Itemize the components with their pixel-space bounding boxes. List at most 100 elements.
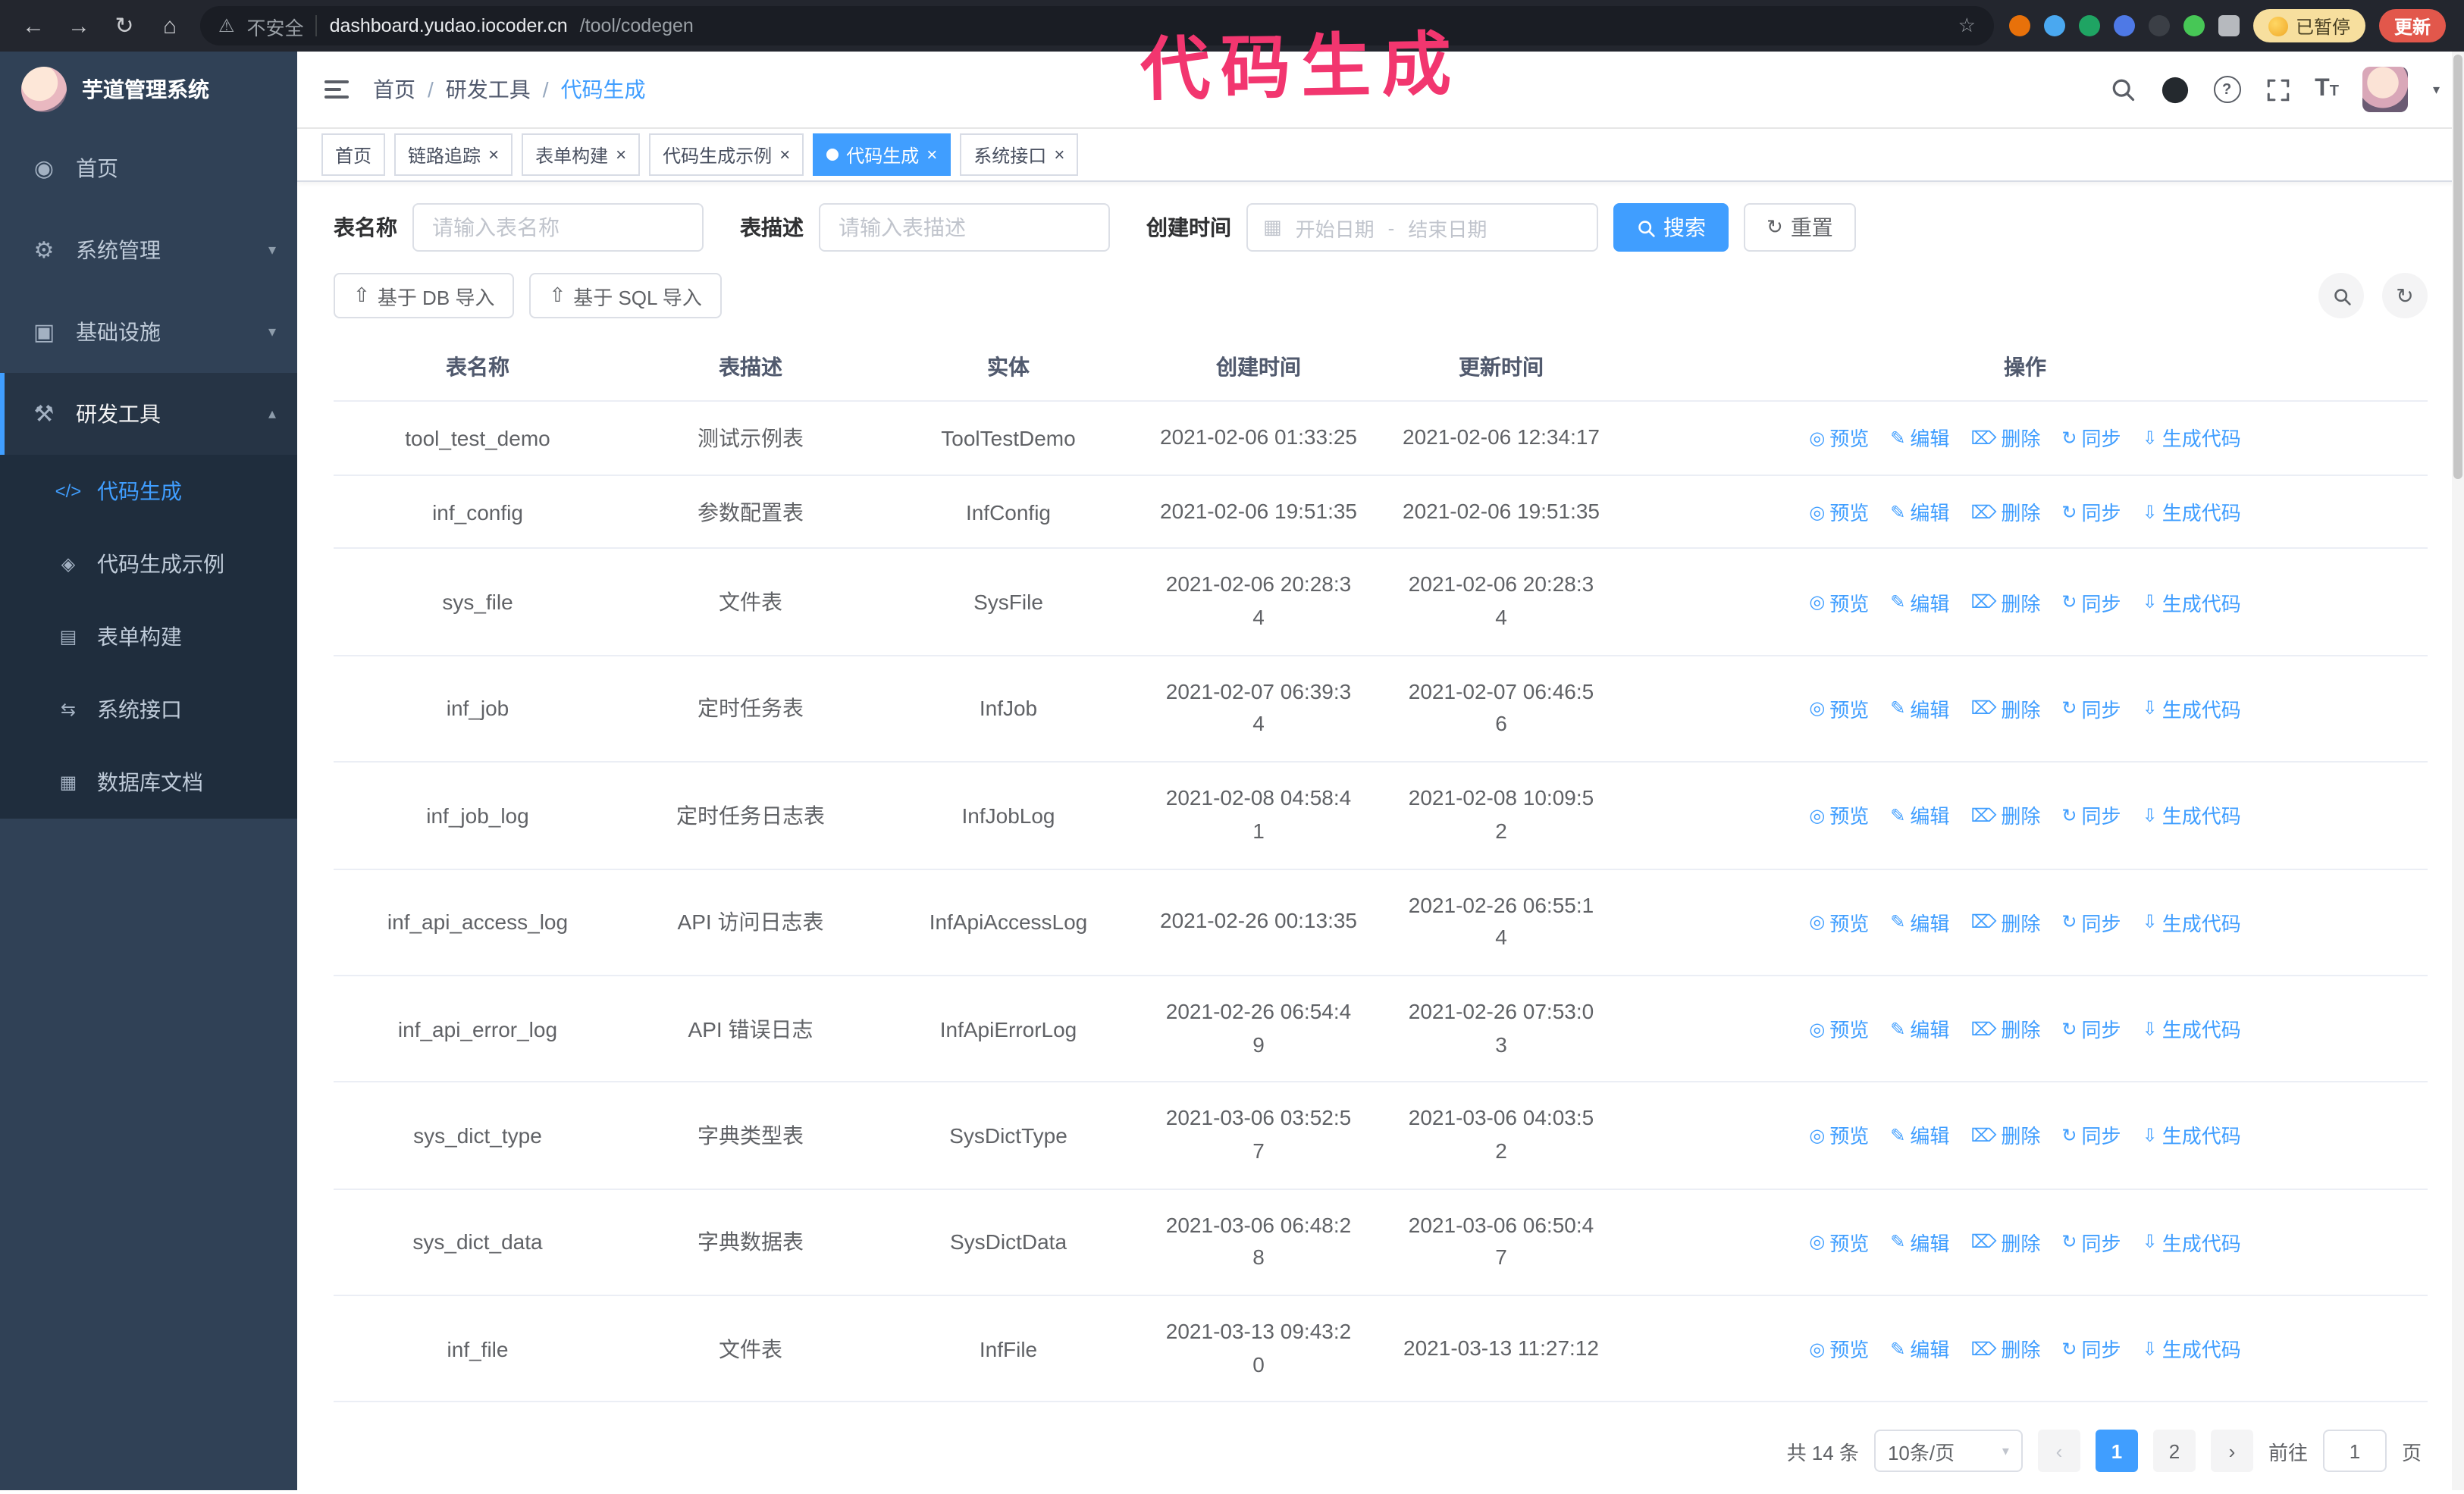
delete-action[interactable]: ⌦ 删除 [1970,1014,2040,1043]
search-button[interactable]: 搜索 [1613,203,1729,252]
delete-action[interactable]: ⌦ 删除 [1970,1334,2040,1363]
avatar-caret-icon[interactable]: ▾ [2433,81,2440,98]
edit-action[interactable]: ✎ 编辑 [1890,907,1949,936]
edit-action[interactable]: ✎ 编辑 [1890,694,1949,723]
close-icon[interactable]: × [1054,146,1064,164]
sync-action[interactable]: ↻ 同步 [2061,1014,2121,1043]
generate-code-action[interactable]: ⇩ 生成代码 [2143,424,2241,453]
sidebar-item-codegen[interactable]: </> 代码生成 [0,455,297,528]
sync-action[interactable]: ↻ 同步 [2061,907,2121,936]
tab-system-api[interactable]: 系统接口 × [960,133,1079,176]
menu-fold-icon[interactable] [321,74,352,105]
preview-action[interactable]: ◎ 预览 [1809,587,1869,616]
preview-action[interactable]: ◎ 预览 [1809,801,1869,830]
extension-icon[interactable] [2043,15,2065,36]
generate-code-action[interactable]: ⇩ 生成代码 [2143,1334,2241,1363]
edit-action[interactable]: ✎ 编辑 [1890,1334,1949,1363]
tab-form-builder[interactable]: 表单构建 × [522,133,641,176]
help-icon[interactable]: ? [2213,76,2241,103]
breadcrumb-home[interactable]: 首页 [373,74,415,105]
font-size-icon[interactable]: TT [2315,77,2339,102]
update-button[interactable]: 更新 [2378,9,2446,42]
delete-action[interactable]: ⌦ 删除 [1970,1121,2040,1150]
generate-code-action[interactable]: ⇩ 生成代码 [2143,587,2241,616]
edit-action[interactable]: ✎ 编辑 [1890,424,1949,453]
page-size-select[interactable]: 10条/页 ▾ [1873,1430,2023,1473]
app-logo[interactable]: 芋道管理系统 [0,52,297,127]
refresh-table-button[interactable]: ↻ [2382,273,2428,318]
generate-code-action[interactable]: ⇩ 生成代码 [2143,907,2241,936]
edit-action[interactable]: ✎ 编辑 [1890,1014,1949,1043]
delete-action[interactable]: ⌦ 删除 [1970,694,2040,723]
edit-action[interactable]: ✎ 编辑 [1890,497,1949,526]
generate-code-action[interactable]: ⇩ 生成代码 [2143,1014,2241,1043]
edit-action[interactable]: ✎ 编辑 [1890,1121,1949,1150]
sync-action[interactable]: ↻ 同步 [2061,1121,2121,1150]
preview-action[interactable]: ◎ 预览 [1809,1014,1869,1043]
date-range-picker[interactable]: ▦ 开始日期 - 结束日期 [1246,203,1598,252]
close-icon[interactable]: × [926,146,937,164]
delete-action[interactable]: ⌦ 删除 [1970,801,2040,830]
sync-action[interactable]: ↻ 同步 [2061,1334,2121,1363]
delete-action[interactable]: ⌦ 删除 [1970,587,2040,616]
import-db-button[interactable]: ⇧ 基于 DB 导入 [334,273,515,318]
paused-badge[interactable]: 已暂停 [2252,9,2365,42]
sync-action[interactable]: ↻ 同步 [2061,497,2121,526]
preview-action[interactable]: ◎ 预览 [1809,1334,1869,1363]
sidebar-item-home[interactable]: ◉ 首页 [0,127,297,209]
delete-action[interactable]: ⌦ 删除 [1970,907,2040,936]
tab-home[interactable]: 首页 [321,133,386,176]
preview-action[interactable]: ◎ 预览 [1809,1121,1869,1150]
edit-action[interactable]: ✎ 编辑 [1890,587,1949,616]
sync-action[interactable]: ↻ 同步 [2061,694,2121,723]
preview-action[interactable]: ◎ 预览 [1809,424,1869,453]
sync-action[interactable]: ↻ 同步 [2061,587,2121,616]
extension-icon[interactable] [2148,15,2170,36]
close-icon[interactable]: × [616,146,626,164]
breadcrumb-devtools[interactable]: 研发工具 [446,74,531,105]
page-button-1[interactable]: 1 [2095,1430,2138,1473]
scrollbar[interactable] [2452,52,2464,1490]
close-icon[interactable]: × [779,146,790,164]
page-goto-input[interactable] [2322,1430,2387,1473]
browser-home-icon[interactable]: ⌂ [155,13,185,39]
extension-icon[interactable] [2113,15,2135,36]
sidebar-item-system-api[interactable]: ⇆ 系统接口 [0,673,297,746]
generate-code-action[interactable]: ⇩ 生成代码 [2143,1121,2241,1150]
next-page-button[interactable]: › [2210,1430,2253,1473]
forward-icon[interactable]: → [64,13,94,39]
preview-action[interactable]: ◎ 预览 [1809,907,1869,936]
reload-icon[interactable]: ↻ [109,12,140,39]
close-icon[interactable]: × [488,146,499,164]
sync-action[interactable]: ↻ 同步 [2061,424,2121,453]
back-icon[interactable]: ← [18,13,49,39]
delete-action[interactable]: ⌦ 删除 [1970,424,2040,453]
generate-code-action[interactable]: ⇩ 生成代码 [2143,1228,2241,1257]
generate-code-action[interactable]: ⇩ 生成代码 [2143,801,2241,830]
generate-code-action[interactable]: ⇩ 生成代码 [2143,694,2241,723]
generate-code-action[interactable]: ⇩ 生成代码 [2143,497,2241,526]
sidebar-item-infra[interactable]: ▣ 基础设施 ▾ [0,291,297,373]
extension-icon[interactable] [2078,15,2100,36]
sync-action[interactable]: ↻ 同步 [2061,801,2121,830]
edit-action[interactable]: ✎ 编辑 [1890,1228,1949,1257]
prev-page-button[interactable]: ‹ [2037,1430,2080,1473]
toggle-search-button[interactable] [2318,273,2364,318]
table-desc-input[interactable] [819,203,1110,252]
tab-trace[interactable]: 链路追踪 × [394,133,513,176]
bookmark-star-icon[interactable]: ☆ [1958,14,1976,38]
sidebar-item-codegen-example[interactable]: ◈ 代码生成示例 [0,528,297,600]
tab-codegen[interactable]: 代码生成 × [813,133,951,176]
sync-action[interactable]: ↻ 同步 [2061,1228,2121,1257]
preview-action[interactable]: ◎ 预览 [1809,694,1869,723]
table-name-input[interactable] [412,203,704,252]
extension-icon[interactable] [2183,15,2205,36]
extension-icon[interactable] [2008,15,2030,36]
sidebar-item-db-doc[interactable]: ▦ 数据库文档 [0,746,297,819]
puzzle-icon[interactable] [2218,15,2240,36]
search-icon[interactable] [2108,76,2136,103]
scrollbar-thumb[interactable] [2453,55,2462,479]
tab-codegen-example[interactable]: 代码生成示例 × [649,133,804,176]
page-button-2[interactable]: 2 [2152,1430,2196,1473]
fullscreen-icon[interactable] [2265,77,2290,102]
